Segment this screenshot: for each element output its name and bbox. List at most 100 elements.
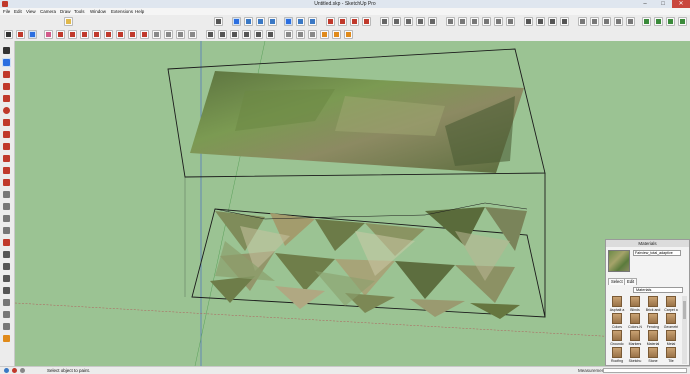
sandbox-from-scratch-button[interactable] — [392, 17, 401, 26]
line-icon[interactable] — [56, 30, 65, 39]
zoom-window-icon[interactable] — [230, 30, 239, 39]
select-icon[interactable] — [4, 30, 13, 39]
materials-scroll-thumb[interactable] — [683, 301, 686, 319]
maximize-button[interactable]: □ — [654, 0, 672, 8]
rectangle-icon[interactable] — [2, 94, 11, 103]
rotate-icon[interactable] — [116, 30, 125, 39]
share-component-button[interactable] — [350, 17, 359, 26]
photo-texture-button[interactable] — [666, 17, 675, 26]
position-camera-icon[interactable] — [284, 30, 293, 39]
sandbox-from-contours-button[interactable] — [380, 17, 389, 26]
text-icon[interactable] — [164, 30, 173, 39]
style-button[interactable] — [524, 17, 533, 26]
wireframe-button[interactable] — [256, 17, 265, 26]
tab-edit[interactable]: Edit — [624, 278, 638, 285]
tape-measure-icon[interactable] — [2, 190, 11, 199]
tape-measure-icon[interactable] — [152, 30, 161, 39]
menu-camera[interactable]: Camera — [40, 9, 56, 14]
smoove-button[interactable] — [404, 17, 413, 26]
material-name-field[interactable]: Fairview_total_adaptive — [633, 250, 681, 256]
section-display-icon[interactable] — [332, 30, 341, 39]
location-button[interactable] — [642, 17, 651, 26]
previous-view-icon[interactable] — [254, 30, 263, 39]
hidden-line-button[interactable] — [268, 17, 277, 26]
rectangle-icon[interactable] — [80, 30, 89, 39]
move-icon[interactable] — [2, 142, 11, 151]
zoom-extents-icon[interactable] — [242, 30, 251, 39]
measurements-input[interactable] — [603, 368, 687, 373]
layout-button[interactable] — [536, 17, 545, 26]
menu-view[interactable]: View — [26, 9, 36, 14]
zoom-icon[interactable] — [2, 262, 11, 271]
extension-button-a[interactable] — [548, 17, 557, 26]
protractor-icon[interactable] — [2, 202, 11, 211]
geo-location-icon[interactable] — [4, 368, 9, 373]
extension-warehouse-button[interactable] — [362, 17, 371, 26]
section-plane-icon[interactable] — [320, 30, 329, 39]
menu-tools[interactable]: Tools — [74, 9, 85, 14]
eraser-icon[interactable] — [44, 30, 53, 39]
menu-edit[interactable]: Edit — [14, 9, 22, 14]
pan-icon[interactable] — [2, 250, 11, 259]
toggle-shadows-button[interactable] — [214, 17, 223, 26]
pan-icon[interactable] — [206, 30, 215, 39]
swatch-tile[interactable]: Tile — [662, 347, 679, 368]
top-view-button[interactable] — [458, 17, 467, 26]
menu-extensions[interactable]: Extensions — [111, 9, 133, 14]
section-plane-icon[interactable] — [2, 334, 11, 343]
orbit-icon[interactable] — [2, 238, 11, 247]
push-pull-icon[interactable] — [92, 30, 101, 39]
right-view-button[interactable] — [482, 17, 491, 26]
scale-icon[interactable] — [128, 30, 137, 39]
terrain-toggle-button[interactable] — [654, 17, 663, 26]
share-model-button[interactable] — [338, 17, 347, 26]
shaded-textures-button[interactable] — [296, 17, 305, 26]
look-around-icon[interactable] — [296, 30, 305, 39]
menu-draw[interactable]: Draw — [60, 9, 71, 14]
extension-button-b[interactable] — [560, 17, 569, 26]
solid-intersect-button[interactable] — [602, 17, 611, 26]
swatch-sketchup[interactable]: Sketchu — [626, 347, 643, 368]
swatch-stone[interactable]: Stone — [644, 347, 661, 368]
paint-bucket-icon[interactable] — [2, 58, 11, 67]
solid-tools-button[interactable] — [578, 17, 587, 26]
iso-view-button[interactable] — [446, 17, 455, 26]
front-view-button[interactable] — [470, 17, 479, 26]
xray-button[interactable] — [232, 17, 241, 26]
polygon-icon[interactable] — [2, 118, 11, 127]
walk-icon[interactable] — [308, 30, 317, 39]
left-view-button[interactable] — [506, 17, 515, 26]
help-icon[interactable] — [20, 368, 25, 373]
push-pull-icon[interactable] — [2, 130, 11, 139]
minimize-button[interactable]: – — [636, 0, 654, 8]
walk-icon[interactable] — [2, 298, 11, 307]
monochrome-button[interactable] — [308, 17, 317, 26]
shaded-button[interactable] — [284, 17, 293, 26]
stamp-button[interactable] — [416, 17, 425, 26]
credits-icon[interactable] — [12, 368, 17, 373]
next-view-icon[interactable] — [266, 30, 275, 39]
3d-text-icon[interactable] — [188, 30, 197, 39]
material-library-select[interactable]: Materials — [633, 287, 683, 293]
get-models-button[interactable] — [326, 17, 335, 26]
solid-subtract-button[interactable] — [626, 17, 635, 26]
offset-icon[interactable] — [2, 178, 11, 187]
arc-icon[interactable] — [2, 82, 11, 91]
scale-icon[interactable] — [2, 166, 11, 175]
back-view-button[interactable] — [494, 17, 503, 26]
axes-icon[interactable] — [2, 226, 11, 235]
move-icon[interactable] — [104, 30, 113, 39]
offset-icon[interactable] — [140, 30, 149, 39]
text-icon[interactable] — [2, 214, 11, 223]
materials-scrollbar[interactable] — [682, 296, 687, 364]
line-icon[interactable] — [2, 70, 11, 79]
arc-icon[interactable] — [68, 30, 77, 39]
orbit-icon[interactable] — [16, 30, 25, 39]
position-camera-icon[interactable] — [2, 322, 11, 331]
drape-button[interactable] — [428, 17, 437, 26]
zoom-window-icon[interactable] — [2, 274, 11, 283]
section-fill-icon[interactable] — [344, 30, 353, 39]
paint-bucket-icon[interactable] — [28, 30, 37, 39]
zoom-extents-icon[interactable] — [2, 286, 11, 295]
swatch-roofing[interactable]: Roofing — [608, 347, 625, 368]
